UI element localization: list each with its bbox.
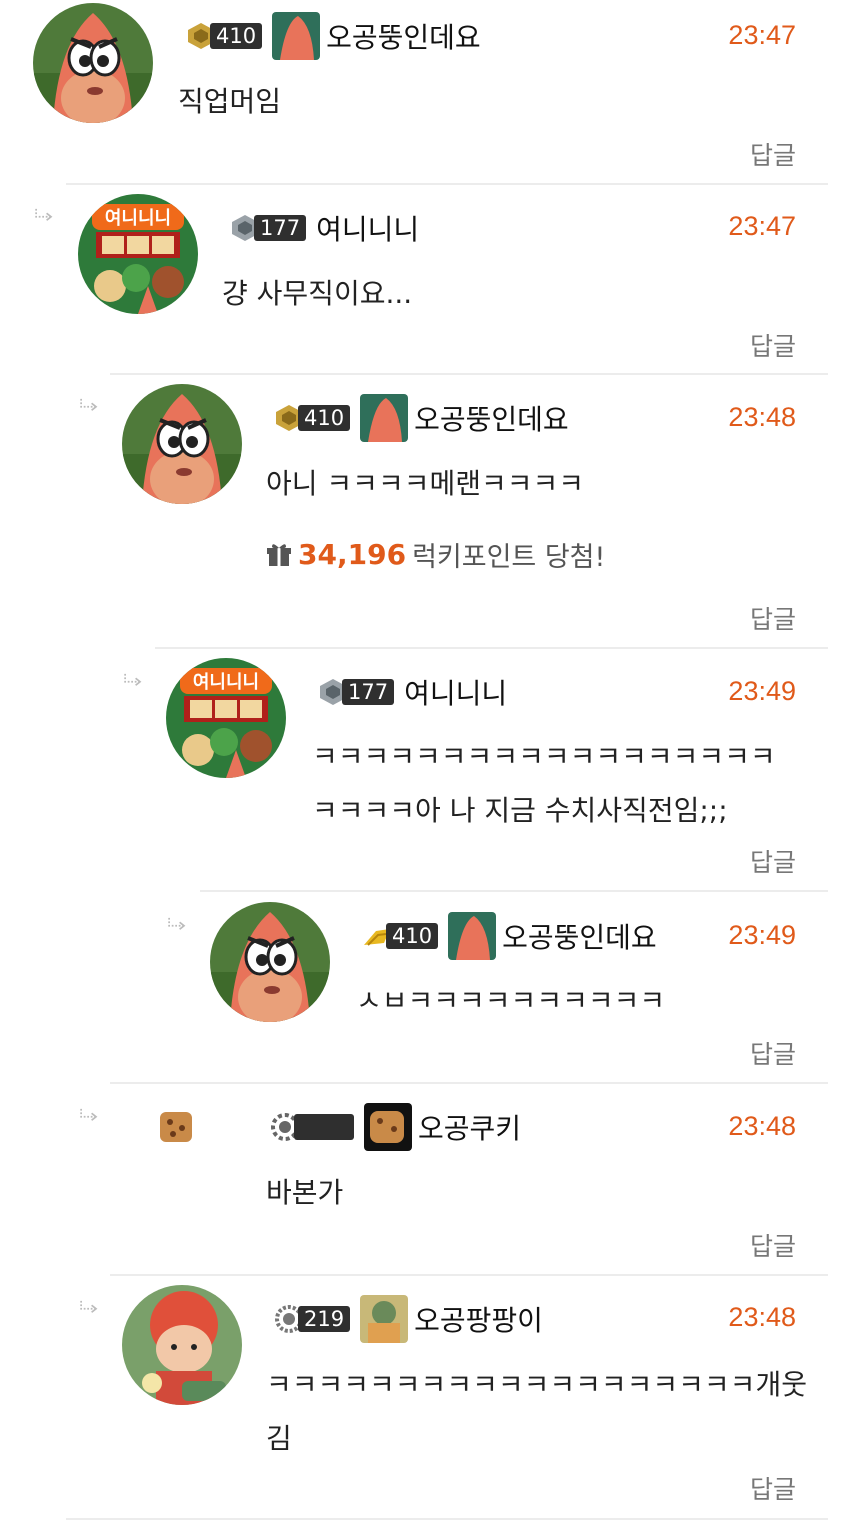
nickname[interactable]: 여니니니 — [404, 672, 507, 712]
patrick-mini-icon — [272, 12, 321, 60]
timestamp: 23:49 — [728, 920, 796, 950]
avatar[interactable] — [33, 3, 153, 123]
mini-avatar — [448, 912, 497, 960]
comment-text: 직업머임 — [178, 75, 281, 129]
reply-arrow-icon — [80, 1300, 97, 1314]
reply-arrow-icon — [35, 208, 52, 222]
nickname[interactable]: 오공쿠키 — [418, 1107, 521, 1147]
divider — [200, 890, 828, 892]
reply-button[interactable]: 답글 — [750, 136, 796, 172]
reply-button[interactable]: 답글 — [750, 327, 796, 363]
timestamp: 23:48 — [728, 1302, 796, 1332]
lucky-points-label: 럭키포인트 당첨! — [412, 542, 606, 573]
level-number — [294, 1114, 354, 1140]
gift-icon — [267, 543, 291, 566]
comment-text: 걍 사무직이요... — [222, 267, 412, 321]
comment-text: 바본가 — [266, 1166, 343, 1220]
patrick-avatar-icon — [122, 384, 242, 504]
nickname[interactable]: 오공뚱인데요 — [502, 916, 657, 956]
nickname[interactable]: 오공뚱인데요 — [326, 16, 481, 56]
comment-line: 걍 사무직이요... — [222, 277, 413, 310]
comment-line: 바본가 — [266, 1176, 344, 1209]
level-number: 410 — [386, 923, 439, 949]
divider — [110, 1274, 828, 1276]
divider — [155, 647, 828, 649]
patrick-mini-icon — [448, 912, 497, 960]
timestamp: 23:48 — [728, 1111, 796, 1141]
timestamp: 23:47 — [728, 20, 796, 50]
level-number: 177 — [342, 679, 395, 705]
comment-text: ㅅㅂㅋㅋㅋㅋㅋㅋㅋㅋㅋㅋ — [356, 974, 665, 1028]
reply-button[interactable]: 답글 — [750, 843, 796, 879]
level-badge: 219 — [274, 1304, 354, 1334]
nickname[interactable]: 오공팡팡이 — [414, 1299, 543, 1339]
level-number: 219 — [298, 1306, 351, 1332]
nickname[interactable]: 오공뚱인데요 — [414, 398, 569, 438]
reply-button[interactable]: 답글 — [750, 1227, 796, 1263]
level-number: 177 — [254, 215, 307, 241]
mini-avatar — [360, 1295, 409, 1343]
timestamp: 23:47 — [728, 211, 796, 241]
reply-arrow-icon — [168, 917, 185, 931]
cookie-avatar-icon — [156, 1106, 198, 1148]
patrick-mini-icon — [360, 394, 409, 442]
comment-line: ㅋㅋㅋㅋ아 나 지금 수치사직전임;;; — [312, 794, 728, 827]
divider — [66, 183, 828, 185]
avatar[interactable] — [210, 902, 330, 1022]
reply-button[interactable]: 답글 — [750, 1035, 796, 1071]
lucky-points-value: 34,196 — [298, 538, 407, 571]
timestamp: 23:49 — [728, 676, 796, 706]
comment-line: ㅋㅋㅋㅋㅋㅋㅋㅋㅋㅋㅋㅋㅋㅋㅋㅋㅋㅋㅋ개웃 — [266, 1368, 807, 1401]
level-number: 410 — [210, 23, 263, 49]
reply-button[interactable]: 답글 — [750, 600, 796, 636]
level-number: 410 — [298, 405, 351, 431]
comment-text: ㅋㅋㅋㅋㅋㅋㅋㅋㅋㅋㅋㅋㅋㅋㅋㅋㅋㅋ ㅋㅋㅋㅋ아 나 지금 수치사직전임;;; — [312, 730, 776, 838]
level-badge: 410 — [186, 21, 266, 51]
cookie-mini-icon — [364, 1103, 412, 1151]
avatar[interactable] — [122, 1285, 242, 1405]
level-badge: 177 — [230, 213, 310, 243]
avatar[interactable] — [122, 384, 242, 504]
slot-machine-avatar-icon — [166, 658, 286, 778]
reply-button[interactable]: 답글 — [750, 1470, 796, 1506]
comment-text: ㅋㅋㅋㅋㅋㅋㅋㅋㅋㅋㅋㅋㅋㅋㅋㅋㅋㅋㅋ개웃 김 — [266, 1358, 807, 1466]
comment-line: 김 — [266, 1422, 292, 1455]
comment-line: ㅅㅂㅋㅋㅋㅋㅋㅋㅋㅋㅋㅋ — [356, 984, 666, 1017]
divider — [66, 1518, 828, 1520]
level-badge: 410 — [362, 921, 442, 951]
reply-arrow-icon — [124, 673, 141, 687]
mini-avatar — [272, 12, 321, 60]
comment-line: 직업머임 — [178, 85, 282, 118]
nickname[interactable]: 여니니니 — [316, 208, 419, 248]
comment-text: 아니 ㅋㅋㅋㅋ메랜ㅋㅋㅋㅋ — [266, 457, 584, 511]
reply-arrow-icon — [80, 1108, 97, 1122]
comment-line: 아니 ㅋㅋㅋㅋ메랜ㅋㅋㅋㅋ — [266, 467, 585, 500]
level-badge: 177 — [318, 677, 398, 707]
lucky-point-notice: 34,196 럭키포인트 당첨! — [266, 535, 605, 574]
avatar[interactable] — [78, 194, 198, 314]
reply-arrow-icon — [80, 398, 97, 412]
timestamp: 23:48 — [728, 402, 796, 432]
ponyo-avatar-icon — [122, 1285, 242, 1405]
mini-avatar — [360, 394, 409, 442]
level-badge — [270, 1112, 358, 1142]
divider — [110, 373, 828, 375]
patrick-avatar-icon — [33, 3, 153, 123]
avatar[interactable] — [156, 1106, 198, 1148]
ponyo-mini-icon — [360, 1295, 409, 1343]
comment-line: ㅋㅋㅋㅋㅋㅋㅋㅋㅋㅋㅋㅋㅋㅋㅋㅋㅋㅋ — [312, 740, 776, 773]
slot-machine-avatar-icon — [78, 194, 198, 314]
patrick-avatar-icon — [210, 902, 330, 1022]
divider — [110, 1082, 828, 1084]
level-badge: 410 — [274, 403, 354, 433]
mini-avatar — [364, 1103, 412, 1151]
avatar[interactable] — [166, 658, 286, 778]
